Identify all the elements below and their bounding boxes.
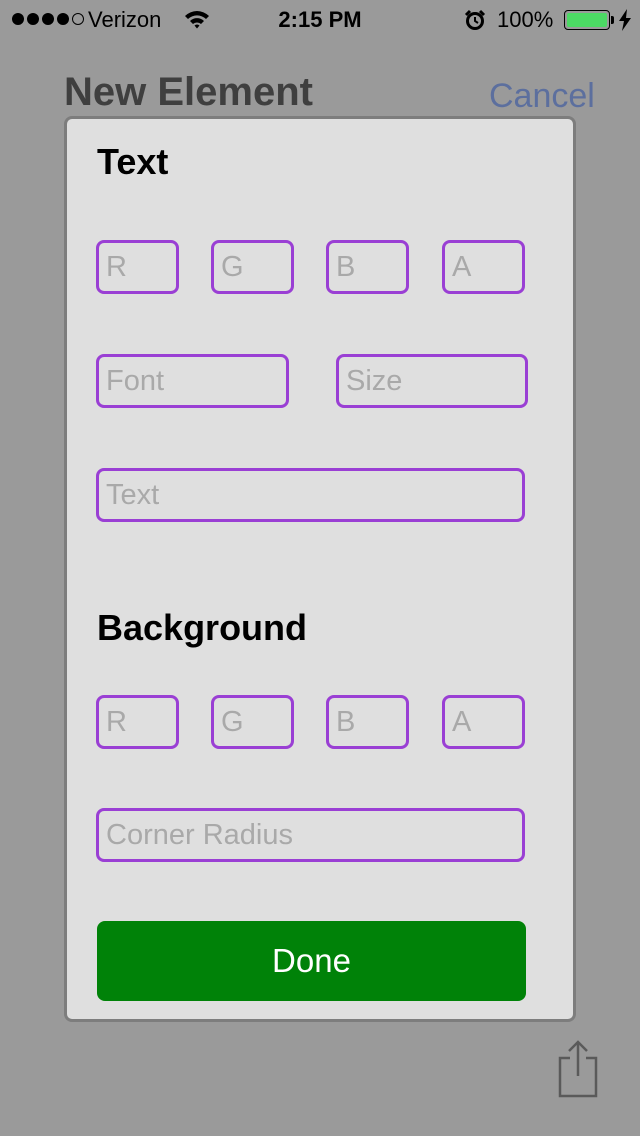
background-color-blue-input[interactable] (326, 695, 409, 749)
battery-icon (564, 10, 610, 30)
background-color-alpha-input[interactable] (442, 695, 525, 749)
background-color-red-input[interactable] (96, 695, 179, 749)
screen: Verizon 2:15 PM 100% New Element Cancel … (0, 0, 640, 1136)
alarm-clock-icon (464, 9, 486, 30)
background-color-green-input[interactable] (211, 695, 294, 749)
font-size-input[interactable] (336, 354, 528, 408)
text-section-title: Text (97, 141, 169, 182)
done-button[interactable]: Done (97, 921, 526, 1001)
battery-percentage: 100% (497, 7, 554, 32)
cancel-button[interactable]: Cancel (489, 77, 595, 116)
battery-tip (611, 16, 614, 24)
battery-level-fill (567, 13, 607, 27)
text-color-green-input[interactable] (211, 240, 294, 294)
background-section-title: Background (97, 607, 308, 648)
text-color-red-input[interactable] (96, 240, 179, 294)
text-content-input[interactable] (96, 468, 525, 522)
font-input[interactable] (96, 354, 289, 408)
status-bar: Verizon 2:15 PM 100% (0, 0, 640, 40)
text-color-alpha-input[interactable] (442, 240, 525, 294)
text-color-blue-input[interactable] (326, 240, 409, 294)
corner-radius-input[interactable] (96, 808, 525, 862)
share-icon[interactable] (556, 1040, 600, 1098)
lightning-bolt-icon (619, 9, 631, 31)
page-title: New Element (64, 70, 313, 114)
new-element-form-card: Text Background Done (64, 116, 576, 1022)
